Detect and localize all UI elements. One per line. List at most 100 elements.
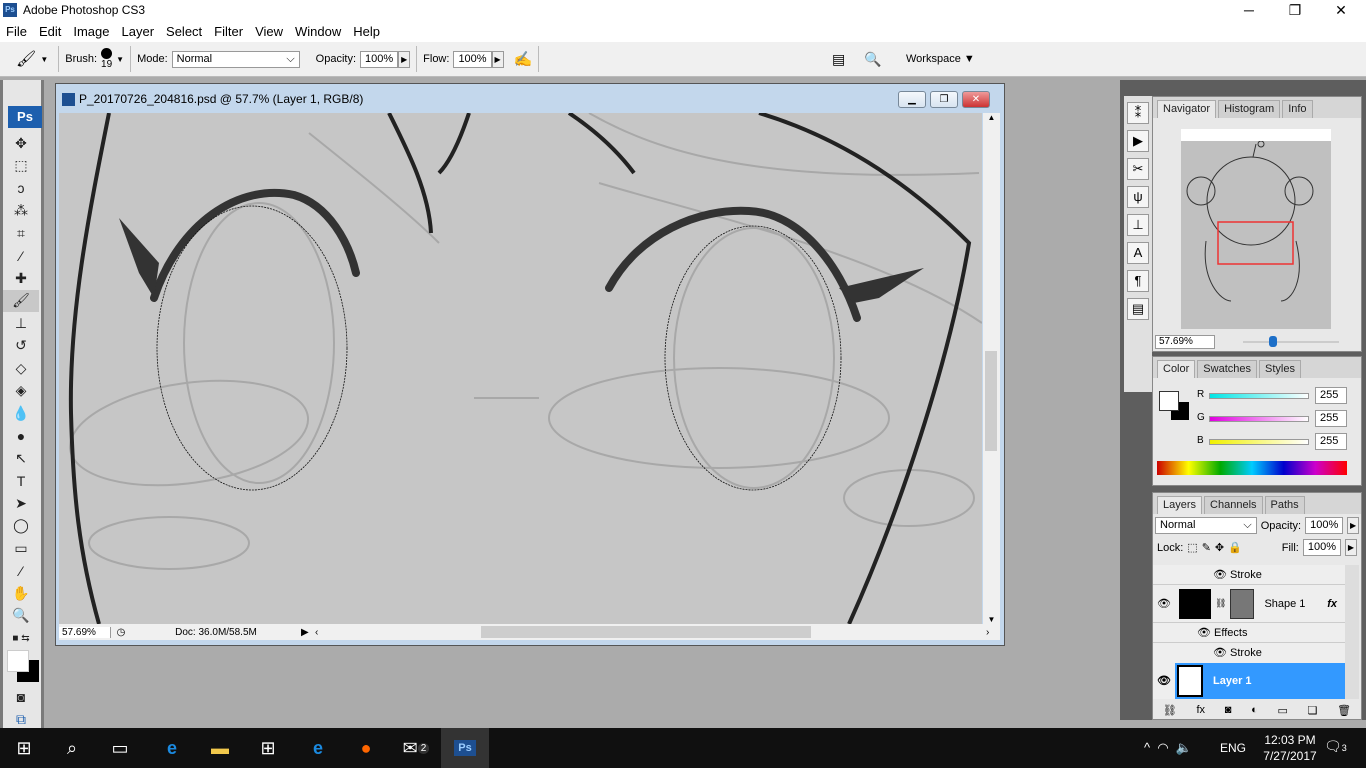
add-style-icon[interactable]: fx xyxy=(1197,704,1206,717)
navigator-zoom-input[interactable]: 57.69% xyxy=(1155,335,1215,349)
direct-selection-tool[interactable]: ➤ xyxy=(3,492,39,515)
vertical-scrollbar[interactable]: ▲ ▼ xyxy=(983,113,1000,624)
layer-effect-row[interactable]: 👁 Stroke xyxy=(1153,565,1345,585)
color-swatches[interactable] xyxy=(3,649,41,686)
start-button[interactable]: ⊞ xyxy=(0,728,48,768)
fx-icon[interactable]: fx xyxy=(1327,598,1337,610)
eye-icon[interactable]: 👁 xyxy=(1153,663,1175,699)
firefox-icon[interactable]: ● xyxy=(342,728,390,768)
close-button[interactable]: ✕ xyxy=(1318,0,1364,20)
dodge-tool[interactable]: ● xyxy=(3,425,39,448)
maximize-button[interactable]: ❐ xyxy=(1272,0,1318,20)
notes-tool[interactable]: ▭ xyxy=(3,537,39,560)
doc-close-button[interactable]: ✕ xyxy=(962,91,990,108)
flow-slider-button[interactable]: ▶ xyxy=(491,50,504,68)
zoom-tool[interactable]: 🔍 xyxy=(3,605,39,628)
doc-restore-button[interactable]: ❐ xyxy=(930,91,958,108)
store-icon[interactable]: ⊞ xyxy=(244,728,292,768)
paragraph-panel-icon[interactable]: ¶ xyxy=(1127,270,1149,292)
tab-color[interactable]: Color xyxy=(1157,360,1196,378)
status-menu-arrow[interactable]: ▶ xyxy=(301,627,315,638)
lock-transparent-icon[interactable]: ⬚ xyxy=(1187,541,1197,554)
menu-view[interactable]: View xyxy=(255,24,283,39)
paint-bucket-tool[interactable]: ◈ xyxy=(3,380,39,403)
clone-source-icon[interactable]: ⊥ xyxy=(1127,214,1149,236)
layer-opacity-arrow[interactable]: ▶ xyxy=(1347,517,1359,534)
layer-opacity-input[interactable]: 100% xyxy=(1305,517,1344,534)
image-canvas[interactable] xyxy=(59,113,982,624)
mail-icon[interactable]: ✉ 2 xyxy=(392,728,440,768)
foreground-color-swatch[interactable] xyxy=(1159,391,1179,411)
ellipse-tool[interactable]: ◯ xyxy=(3,515,39,538)
tab-styles[interactable]: Styles xyxy=(1259,360,1301,378)
menu-select[interactable]: Select xyxy=(166,24,202,39)
opacity-slider-button[interactable]: ▶ xyxy=(398,50,411,68)
airbrush-icon[interactable]: ✍ xyxy=(514,50,533,68)
hand-tool[interactable]: ✋ xyxy=(3,582,39,605)
layer-row-layer-1[interactable]: 👁 Layer 1 xyxy=(1153,663,1345,699)
delete-layer-icon[interactable]: 🗑 xyxy=(1337,704,1351,717)
menu-image[interactable]: Image xyxy=(73,24,109,39)
magic-wand-tool[interactable]: ⁂ xyxy=(3,200,39,223)
workspace-menu[interactable]: Workspace ▼ xyxy=(906,53,975,65)
link-layers-icon[interactable]: ⛓ xyxy=(1163,704,1177,717)
lock-pixels-icon[interactable]: ✎ xyxy=(1202,541,1211,554)
adjustment-layer-icon[interactable]: ◐ xyxy=(1251,704,1258,717)
new-group-icon[interactable]: ▭ xyxy=(1277,704,1287,717)
menu-layer[interactable]: Layer xyxy=(122,24,155,39)
stroke-effect-row[interactable]: 👁 Stroke xyxy=(1153,643,1345,663)
slice-tool[interactable]: ⁄ xyxy=(3,245,39,268)
search-icon[interactable]: ⌕ xyxy=(48,728,96,768)
quick-mask-icon[interactable]: ◙ xyxy=(3,686,39,709)
history-panel-icon[interactable]: ⁑ xyxy=(1127,102,1149,124)
tab-info[interactable]: Info xyxy=(1282,100,1313,118)
menu-file[interactable]: File xyxy=(6,24,27,39)
notification-icon[interactable]: 🗨3 xyxy=(1324,738,1347,755)
language-indicator[interactable]: ENG xyxy=(1220,741,1246,755)
navigator-zoom-slider[interactable] xyxy=(1243,336,1339,347)
tab-layers[interactable]: Layers xyxy=(1157,496,1203,514)
fill-input[interactable]: 100% xyxy=(1302,539,1341,556)
healing-brush-tool[interactable]: ✚ xyxy=(3,267,39,290)
add-mask-icon[interactable]: ◙ xyxy=(1225,704,1232,717)
path-selection-tool[interactable]: ↖ xyxy=(3,447,39,470)
fill-arrow[interactable]: ▶ xyxy=(1345,539,1357,556)
horizontal-scrollbar[interactable] xyxy=(325,625,986,639)
swap-colors-icon[interactable]: ■ ⇆ xyxy=(3,627,39,650)
channel-value-input[interactable]: 255 xyxy=(1315,433,1347,450)
edge-icon[interactable]: e xyxy=(148,728,196,768)
mode-select[interactable]: Normal ⌵ xyxy=(171,50,300,68)
marquee-tool[interactable]: ⬚ xyxy=(3,155,39,178)
ps-logo-button[interactable]: Ps xyxy=(8,106,42,128)
scroll-right-arrow[interactable]: › xyxy=(986,627,1000,638)
channel-value-input[interactable]: 255 xyxy=(1315,410,1347,427)
brush-tool-preset-icon[interactable]: 🖌 xyxy=(16,49,36,69)
lasso-tool[interactable]: ↄ xyxy=(3,177,39,200)
channel-slider[interactable] xyxy=(1209,393,1309,399)
color-spectrum-bar[interactable] xyxy=(1157,461,1347,475)
layers-scrollbar[interactable] xyxy=(1345,565,1359,699)
channel-slider[interactable] xyxy=(1209,439,1309,445)
clone-stamp-tool[interactable]: ⊥ xyxy=(3,312,39,335)
brush-picker[interactable]: 19 xyxy=(101,48,112,70)
scroll-left-arrow[interactable]: ‹ xyxy=(315,627,325,638)
clock[interactable]: 12:03 PM 7/27/2017 xyxy=(1260,732,1320,764)
tab-navigator[interactable]: Navigator xyxy=(1157,100,1217,118)
edge-icon-2[interactable]: e xyxy=(294,728,342,768)
file-explorer-icon[interactable]: ▬ xyxy=(196,728,244,768)
task-view-icon[interactable]: ▭ xyxy=(96,728,144,768)
channel-slider[interactable] xyxy=(1209,416,1309,422)
eye-icon[interactable]: 👁 xyxy=(1213,569,1227,581)
move-tool[interactable]: ✥ xyxy=(3,132,39,155)
tab-channels[interactable]: Channels xyxy=(1204,496,1263,514)
actions-panel-icon[interactable]: ▶ xyxy=(1127,130,1149,152)
layer-comps-icon[interactable]: ▤ xyxy=(1127,298,1149,320)
palette-well-icon[interactable]: ▤ xyxy=(832,51,845,68)
crop-tool[interactable]: ⌗ xyxy=(3,222,39,245)
menu-filter[interactable]: Filter xyxy=(214,24,243,39)
zoom-field[interactable]: 57.69% xyxy=(59,626,111,638)
tab-histogram[interactable]: Histogram xyxy=(1218,100,1281,118)
tab-paths[interactable]: Paths xyxy=(1264,496,1305,514)
layer-row-shape-1[interactable]: 👁 ⛓ Shape 1 fx xyxy=(1153,585,1345,623)
eraser-tool[interactable]: ◇ xyxy=(3,357,39,380)
